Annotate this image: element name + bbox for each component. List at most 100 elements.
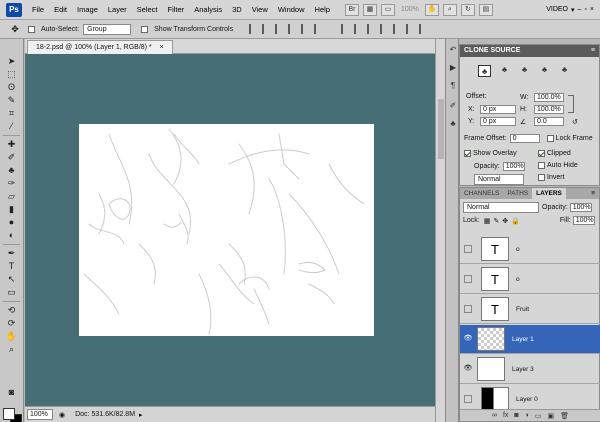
x-field[interactable]: 0 px — [480, 105, 516, 114]
clone-source-2-icon[interactable]: ♣ — [498, 65, 511, 77]
width-field[interactable]: 100.0% — [534, 93, 564, 102]
frame-offset-field[interactable]: 0 — [509, 134, 540, 143]
close-tab-icon[interactable]: × — [160, 44, 164, 51]
foreground-color[interactable] — [3, 408, 15, 420]
menu-3d[interactable]: 3D — [227, 5, 247, 14]
lasso-tool-icon[interactable]: ʘ — [4, 82, 19, 93]
layer-row[interactable]: T o — [460, 265, 600, 294]
opacity-field[interactable]: 100% — [569, 203, 592, 212]
healing-brush-tool-icon[interactable]: ✚ — [4, 139, 19, 150]
link-bracket-icon[interactable] — [568, 95, 574, 113]
angle-field[interactable]: 0.0 — [534, 117, 564, 126]
align-right-icon[interactable] — [314, 24, 323, 34]
eyedropper-tool-icon[interactable]: ⁄ — [4, 121, 19, 132]
menu-image[interactable]: Image — [72, 5, 103, 14]
3d-orbit-tool-icon[interactable]: ⟳ — [4, 318, 19, 329]
new-layer-icon[interactable]: ▣ — [548, 412, 555, 420]
workspace-switcher[interactable]: VIDEO ▾ – ▫ × — [546, 6, 594, 14]
layer-row[interactable]: T o — [460, 235, 600, 264]
auto-select-checkbox[interactable] — [28, 25, 35, 33]
hand-tool-icon[interactable]: ✋ — [4, 331, 19, 342]
canvas-area[interactable] — [25, 54, 435, 406]
clone-stamp-tool-icon[interactable]: ♣ — [4, 165, 19, 176]
eye-icon[interactable]: 👁 — [463, 364, 473, 374]
overlay-opacity-field[interactable]: 100% — [502, 162, 525, 171]
menu-select[interactable]: Select — [132, 5, 163, 14]
close-icon[interactable]: × — [590, 6, 594, 13]
trash-icon[interactable]: 🗑 — [560, 412, 569, 420]
distribute-hcenter-icon[interactable] — [393, 24, 402, 34]
distribute-left-icon[interactable] — [380, 24, 389, 34]
menu-window[interactable]: Window — [273, 5, 310, 14]
visibility-toggle[interactable] — [464, 395, 472, 403]
tab-paths[interactable]: PATHS — [503, 188, 532, 199]
quick-mask-icon[interactable]: ◙ — [4, 387, 19, 398]
visibility-toggle[interactable] — [464, 275, 472, 283]
dodge-tool-icon[interactable]: ◐ — [4, 230, 19, 241]
color-swatches[interactable] — [3, 408, 23, 422]
actions-panel-icon[interactable]: ▶ — [448, 63, 458, 73]
clone-source-4-icon[interactable]: ♣ — [538, 65, 551, 77]
document-tab[interactable]: 18-2.psd @ 100% (Layer 1, RGB/8) * × — [27, 40, 173, 54]
path-selection-tool-icon[interactable]: ↖ — [4, 274, 19, 285]
marquee-tool-icon[interactable]: ⬚ — [4, 69, 19, 80]
move-tool-icon[interactable]: ✥ — [6, 22, 24, 36]
hand-icon[interactable]: ✋ — [424, 3, 439, 16]
new-group-icon[interactable]: ▭ — [535, 412, 542, 420]
bridge-icon[interactable]: Br — [344, 3, 359, 16]
align-bottom-icon[interactable] — [275, 24, 284, 34]
paragraph-panel-icon[interactable]: ¶ — [448, 81, 458, 91]
lock-pixels-icon[interactable]: ✎ — [493, 217, 499, 225]
zoom-icon[interactable]: ⌕ — [442, 3, 457, 16]
menu-analysis[interactable]: Analysis — [189, 5, 227, 14]
zoom-level[interactable]: 100% — [401, 6, 419, 13]
clone-source-3-icon[interactable]: ♣ — [518, 65, 531, 77]
view-extras-icon[interactable]: ▦ — [362, 3, 377, 16]
screen-mode-icon[interactable]: ▭ — [380, 3, 395, 16]
artboard[interactable] — [79, 124, 374, 336]
invert-checkbox[interactable] — [538, 174, 545, 181]
fill-field[interactable]: 100% — [572, 216, 595, 225]
y-field[interactable]: 0 px — [480, 117, 516, 126]
distribute-vcenter-icon[interactable] — [354, 24, 363, 34]
panel-menu-icon[interactable]: ≡ — [591, 188, 595, 199]
align-hcenter-icon[interactable] — [301, 24, 310, 34]
vertical-scrollbar[interactable] — [435, 39, 445, 422]
adjustment-layer-icon[interactable]: ◑ — [525, 412, 529, 419]
add-mask-icon[interactable]: ◙ — [514, 412, 518, 419]
lock-frame-checkbox[interactable] — [546, 135, 554, 142]
eraser-tool-icon[interactable]: ▱ — [4, 191, 19, 202]
auto-align-icon[interactable] — [419, 24, 428, 34]
menu-file[interactable]: File — [27, 5, 49, 14]
menu-edit[interactable]: Edit — [49, 5, 72, 14]
distribute-right-icon[interactable] — [406, 24, 415, 34]
visibility-toggle[interactable] — [464, 245, 472, 253]
reset-transform-icon[interactable]: ↺ — [572, 118, 578, 126]
brushes-panel-icon[interactable]: ✐ — [448, 101, 458, 111]
layer-style-icon[interactable]: fx — [503, 412, 508, 419]
menu-filter[interactable]: Filter — [163, 5, 190, 14]
align-vcenter-icon[interactable] — [262, 24, 271, 34]
move-tool-icon[interactable]: ➤ — [4, 56, 19, 67]
pen-tool-icon[interactable]: ✒ — [4, 248, 19, 259]
distribute-bottom-icon[interactable] — [367, 24, 376, 34]
zoom-tool-icon[interactable]: ⌕ — [4, 344, 19, 355]
clone-source-panel-icon[interactable]: ♣ — [448, 119, 458, 129]
clipped-checkbox[interactable] — [538, 150, 545, 157]
shape-tool-icon[interactable]: ▭ — [4, 287, 19, 298]
status-menu-arrow-icon[interactable]: ▸ — [139, 411, 143, 419]
blur-tool-icon[interactable]: ● — [4, 217, 19, 228]
panel-menu-icon[interactable]: ≡ — [591, 45, 595, 57]
overlay-blend-dropdown[interactable]: Normal — [474, 174, 524, 185]
menu-view[interactable]: View — [247, 5, 273, 14]
layer-row[interactable]: 👁 Layer 3 — [460, 355, 600, 384]
quick-select-tool-icon[interactable]: ✎ — [4, 95, 19, 106]
align-left-icon[interactable] — [288, 24, 297, 34]
3d-rotate-tool-icon[interactable]: ⟲ — [4, 305, 19, 316]
status-zoom-field[interactable]: 100% — [27, 409, 53, 420]
distribute-top-icon[interactable] — [341, 24, 350, 34]
link-layers-icon[interactable]: ∞ — [492, 412, 497, 419]
status-options-icon[interactable]: ◉ — [59, 411, 65, 419]
clone-source-1-icon[interactable]: ♣ — [478, 65, 491, 77]
show-overlay-checkbox[interactable] — [464, 150, 471, 157]
